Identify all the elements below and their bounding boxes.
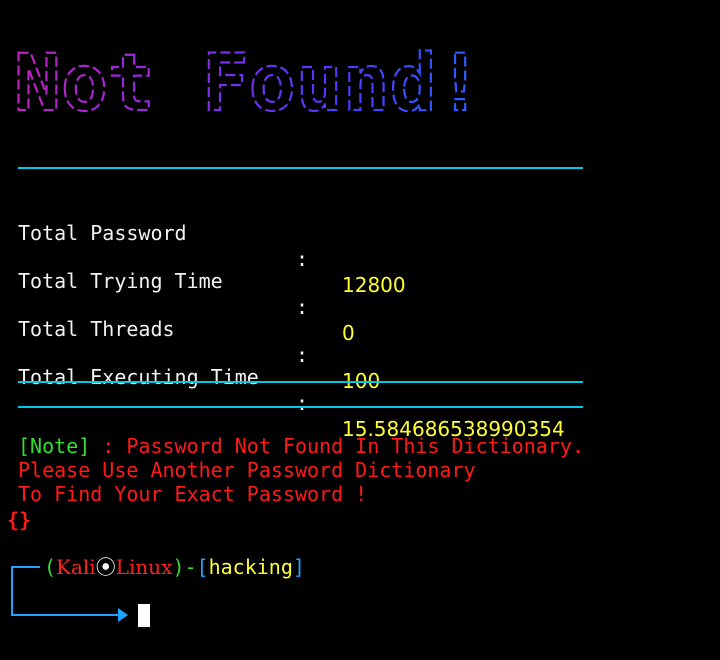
shell-prompt: (Kali⦿Linux)-[hacking] [44,554,305,580]
prompt-bracket-close: ] [292,555,305,579]
stat-row-executing-time: Total Executing Time : 15.58468653899035… [18,338,565,441]
stat-label: Total Executing Time [18,365,259,389]
terminal-cursor[interactable] [138,604,150,627]
stat-row-trying-time: Total Trying Time : 0 [18,242,355,345]
note-line-3: To Find Your Exact Password ! [18,482,368,506]
prompt-directory: hacking [208,555,293,579]
banner-text: Not Found! [14,39,468,126]
bottom-divider-1 [18,381,583,383]
stat-label: Total Trying Time [18,269,223,293]
top-divider [18,167,583,169]
note-line-2: Please Use Another Password Dictionary [18,458,476,482]
note-line-1: : Password Not Found In This Dictionary. [90,434,584,458]
empty-braces: {} [7,508,32,532]
prompt-bracket-open: [ [196,555,209,579]
stat-separator: : [296,391,309,415]
stat-separator: : [296,247,309,271]
prompt-paren-open: ( [44,555,57,579]
stat-separator: : [296,295,309,319]
prompt-host: Linux [115,555,173,579]
stat-value: 0 [342,321,355,345]
bottom-divider-2 [18,406,583,408]
stat-label: Total Password [18,221,187,245]
error-message: [Note] : Password Not Found In This Dict… [18,434,584,506]
prompt-dash: - [184,555,197,579]
stat-value: 12800 [342,273,406,297]
ascii-banner: Not Found! [8,36,468,126]
stat-row-threads: Total Threads : 100 [18,290,380,393]
banner-art: Not Found! [13,38,468,126]
skull-icon: ⦿ [95,555,116,579]
prompt-paren-close: ) [172,555,185,579]
prompt-user: Kali [56,555,96,579]
stat-row-total-password: Total Password : 12800 [18,194,406,297]
stat-separator: : [296,343,309,367]
note-tag: [Note] [18,434,91,458]
